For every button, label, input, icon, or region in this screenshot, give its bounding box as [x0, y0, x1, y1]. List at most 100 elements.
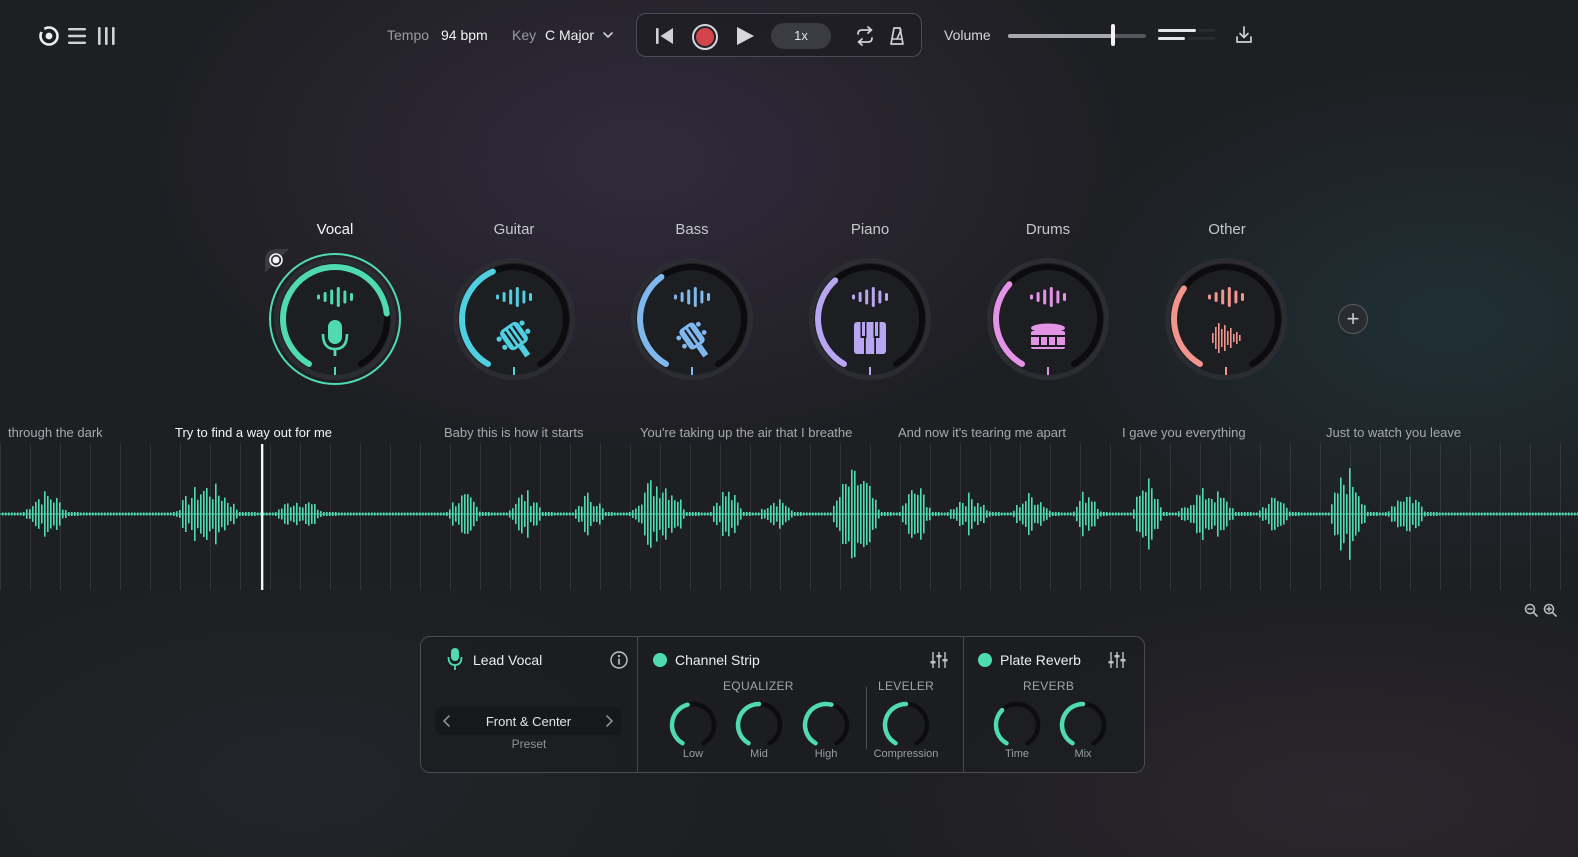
lyric-line[interactable]: Baby this is how it starts [444, 425, 583, 440]
lyric-line[interactable]: I gave you everything [1122, 425, 1246, 440]
waveform-bar [1187, 508, 1189, 520]
play-icon[interactable] [734, 25, 756, 47]
waveform-bar [140, 512, 142, 516]
waveform-bar [380, 512, 382, 516]
waveform-bar [1568, 512, 1570, 516]
waveform-bar [290, 507, 292, 521]
waveform-bar [110, 512, 112, 516]
waveform-bar [1355, 492, 1357, 536]
waveform-bar [17, 512, 19, 516]
waveform-bar [1013, 510, 1015, 518]
waveform-bar [1079, 500, 1081, 528]
waveform-bar [278, 509, 280, 519]
loop-icon[interactable] [854, 26, 876, 46]
leveler-label: LEVELER [878, 679, 935, 693]
waveform-bar [644, 492, 646, 536]
waveform-bar [1019, 507, 1021, 521]
waveform-bar [1352, 486, 1354, 542]
lyric-line[interactable]: through the dark [8, 425, 103, 440]
chevron-right-icon[interactable] [603, 714, 615, 728]
export-icon[interactable] [1234, 24, 1254, 46]
waveform-bar [620, 512, 622, 516]
app-logo-icon[interactable] [38, 25, 60, 47]
stem-knob-drums[interactable] [981, 252, 1115, 386]
drum-icon [1031, 323, 1065, 349]
key-value[interactable]: C Major [545, 27, 594, 43]
add-stem-button[interactable]: + [1338, 304, 1368, 334]
waveform-bar [842, 483, 844, 545]
microphone-icon [447, 648, 463, 670]
track-section: Lead Vocal Front & Center Preset [421, 637, 637, 772]
waveform-bar [1346, 494, 1348, 534]
waveform-bar [251, 512, 253, 516]
waveform-bar [1241, 512, 1243, 516]
waveform-bar [119, 512, 121, 516]
skip-back-icon[interactable] [653, 25, 675, 47]
stem-knob-guitar[interactable] [447, 252, 581, 386]
waveform-bar [65, 509, 67, 519]
waveform-bar [893, 512, 895, 516]
waveform-bar [1124, 512, 1126, 516]
waveform-bar [1385, 512, 1387, 516]
playhead[interactable] [260, 444, 264, 590]
lyric-line[interactable]: You're taking up the air that I breathe [640, 425, 852, 440]
record-icon[interactable] [691, 23, 719, 51]
knob-mid[interactable] [734, 700, 784, 750]
stem-activity-bar [1234, 290, 1238, 304]
waveform-bar [488, 512, 490, 516]
waveform-bar [788, 507, 790, 521]
lyric-line-current[interactable]: Try to find a way out for me [175, 425, 332, 440]
knob-compression[interactable] [881, 700, 931, 750]
waveform-bar [863, 480, 865, 548]
tempo-value[interactable]: 94 bpm [441, 27, 488, 43]
waveform-bar [1376, 512, 1378, 516]
preset-selector[interactable]: Front & Center [435, 707, 622, 735]
channel-strip-toggle[interactable] [653, 653, 667, 667]
waveform-bar [1448, 512, 1450, 516]
waveform-timeline[interactable] [0, 444, 1578, 590]
waveform-bar [1205, 499, 1207, 529]
waveform-bar [317, 509, 319, 519]
timeline-grid-line [1380, 444, 1381, 590]
waveform-bar [59, 502, 61, 526]
waveform-bar [1190, 505, 1192, 523]
knob-time[interactable] [992, 700, 1042, 750]
stem-knob-piano[interactable] [803, 252, 937, 386]
volume-slider[interactable] [1008, 24, 1146, 46]
settings-sliders-icon[interactable] [929, 650, 949, 670]
lyric-line[interactable]: And now it's tearing me apart [898, 425, 1066, 440]
waveform-bar [572, 512, 574, 516]
knob-mix[interactable] [1058, 700, 1108, 750]
waveform-bar [2, 512, 4, 516]
zoom-out-icon[interactable] [1524, 603, 1538, 617]
waveform-bar [962, 503, 964, 525]
waveform-bar [767, 508, 769, 520]
playback-speed-button[interactable]: 1x [771, 23, 831, 49]
waveform-bar [1286, 507, 1288, 521]
waveform-bar [806, 512, 808, 516]
waveform-bar [1115, 512, 1117, 516]
waveform-bar [1034, 504, 1036, 524]
metronome-icon[interactable] [889, 26, 905, 46]
menu-icon[interactable] [67, 27, 87, 45]
knob-low[interactable] [668, 700, 718, 750]
stem-knob-vocal[interactable] [268, 252, 402, 386]
zoom-in-icon[interactable] [1543, 603, 1557, 617]
waveform-bar [917, 494, 919, 534]
reverb-toggle[interactable] [978, 653, 992, 667]
waveform-bar [386, 512, 388, 516]
waveform-bar [1526, 512, 1528, 516]
stem-knob-other[interactable] [1159, 252, 1293, 386]
mixer-view-icon[interactable] [96, 26, 118, 46]
chevron-down-icon[interactable] [602, 30, 614, 40]
settings-sliders-icon[interactable] [1107, 650, 1127, 670]
waveform-bar [1454, 512, 1456, 516]
waveform-icon-bar [1227, 331, 1229, 345]
waveform-bar [944, 512, 946, 516]
waveform-bar [557, 512, 559, 516]
info-icon[interactable] [609, 650, 629, 670]
lyric-line[interactable]: Just to watch you leave [1326, 425, 1461, 440]
volume-slider-thumb[interactable] [1110, 24, 1115, 46]
stem-knob-bass[interactable] [625, 252, 759, 386]
knob-high[interactable] [801, 700, 851, 750]
